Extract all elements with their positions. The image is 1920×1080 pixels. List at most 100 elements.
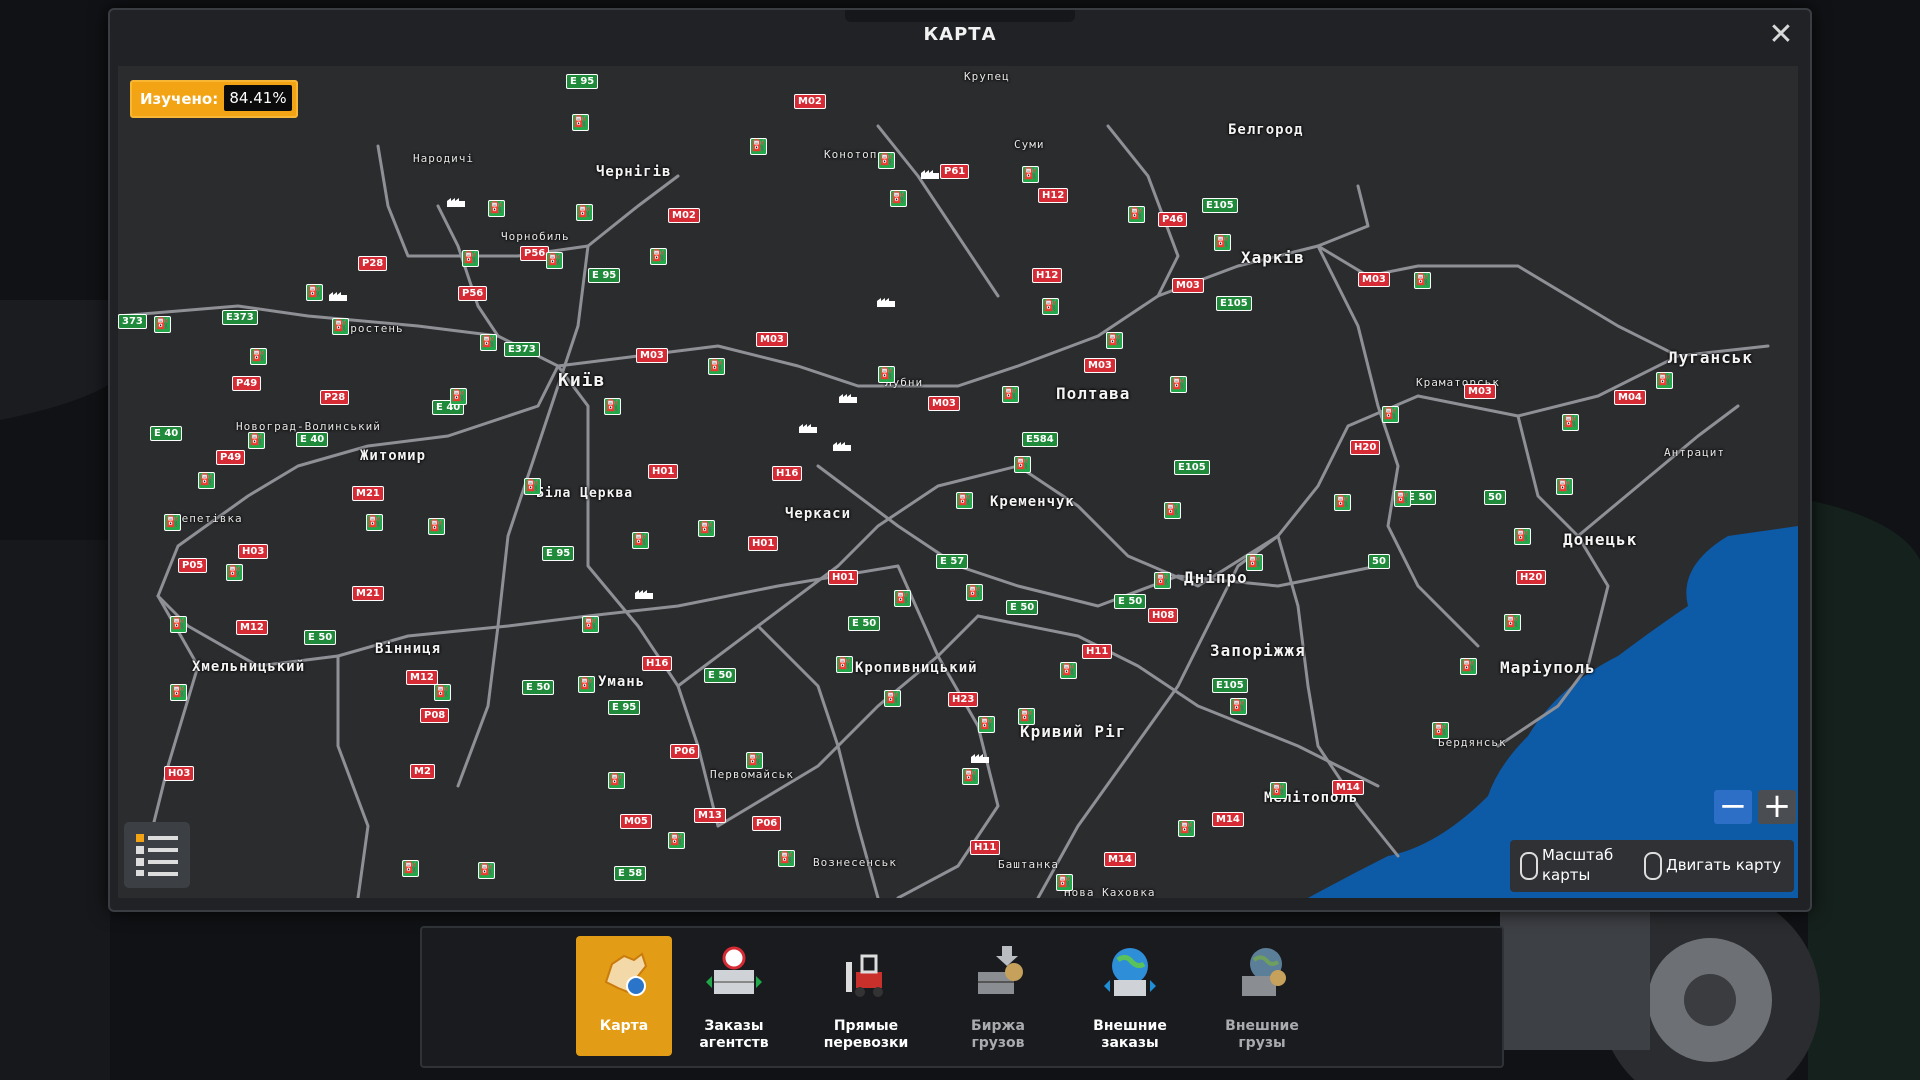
company-depot-icon[interactable]	[328, 288, 348, 302]
dock-external-orders-button[interactable]: Внешние заказы	[1082, 936, 1178, 1056]
gas-station-icon[interactable]: ⛽	[1334, 494, 1351, 511]
city-label[interactable]: Запоріжжя	[1210, 641, 1306, 660]
gas-station-icon[interactable]: ⛽	[1128, 206, 1145, 223]
gas-station-icon[interactable]: ⛽	[434, 684, 451, 701]
dock-external-cargo-button[interactable]: Внешние грузы	[1214, 936, 1310, 1056]
gas-station-icon[interactable]: ⛽	[480, 334, 497, 351]
gas-station-icon[interactable]: ⛽	[1246, 554, 1263, 571]
company-depot-icon[interactable]	[446, 194, 466, 208]
gas-station-icon[interactable]: ⛽	[894, 590, 911, 607]
city-label[interactable]: Баштанка	[998, 858, 1059, 871]
gas-station-icon[interactable]: ⛽	[450, 388, 467, 405]
company-depot-icon[interactable]	[798, 420, 818, 434]
gas-station-icon[interactable]: ⛽	[154, 316, 171, 333]
gas-station-icon[interactable]: ⛽	[668, 832, 685, 849]
city-label[interactable]: Антрацит	[1664, 446, 1725, 459]
gas-station-icon[interactable]: ⛽	[1018, 708, 1035, 725]
city-label[interactable]: Шепетівка	[174, 512, 243, 525]
gas-station-icon[interactable]: ⛽	[956, 492, 973, 509]
gas-station-icon[interactable]: ⛽	[524, 478, 541, 495]
gas-station-icon[interactable]: ⛽	[546, 252, 563, 269]
gas-station-icon[interactable]: ⛽	[962, 768, 979, 785]
city-label[interactable]: Дніпро	[1184, 568, 1248, 587]
city-label[interactable]: Донецьк	[1563, 530, 1637, 549]
gas-station-icon[interactable]: ⛽	[608, 772, 625, 789]
gas-station-icon[interactable]: ⛽	[402, 860, 419, 877]
city-label[interactable]: Чернігів	[596, 164, 671, 180]
gas-station-icon[interactable]: ⛽	[250, 348, 267, 365]
city-label[interactable]: Кривий Ріг	[1020, 722, 1126, 741]
gas-station-icon[interactable]: ⛽	[226, 564, 243, 581]
city-label[interactable]: Луганськ	[1668, 348, 1753, 367]
gas-station-icon[interactable]: ⛽	[1164, 502, 1181, 519]
city-label[interactable]: Суми	[1014, 138, 1045, 151]
company-depot-icon[interactable]	[832, 438, 852, 452]
dock-map-button[interactable]: Карта	[576, 936, 672, 1056]
gas-station-icon[interactable]: ⛽	[884, 690, 901, 707]
city-label[interactable]: Біла Церква	[536, 486, 633, 501]
gas-station-icon[interactable]: ⛽	[1060, 662, 1077, 679]
gas-station-icon[interactable]: ⛽	[1514, 528, 1531, 545]
city-label[interactable]: Нова Каховка	[1064, 886, 1155, 898]
gas-station-icon[interactable]: ⛽	[428, 518, 445, 535]
gas-station-icon[interactable]: ⛽	[1432, 722, 1449, 739]
gas-station-icon[interactable]: ⛽	[708, 358, 725, 375]
dock-agency-orders-button[interactable]: Заказы агентств	[686, 936, 782, 1056]
gas-station-icon[interactable]: ⛽	[478, 862, 495, 879]
gas-station-icon[interactable]: ⛽	[878, 152, 895, 169]
gas-station-icon[interactable]: ⛽	[1656, 372, 1673, 389]
gas-station-icon[interactable]: ⛽	[248, 432, 265, 449]
zoom-in-button[interactable]: +	[1758, 789, 1796, 824]
map-view[interactable]: Изучено: 84.41% Крупец Белгород Народичі…	[118, 66, 1798, 898]
gas-station-icon[interactable]: ⛽	[1042, 298, 1059, 315]
company-depot-icon[interactable]	[970, 750, 990, 764]
city-label[interactable]: Харків	[1241, 248, 1305, 267]
gas-station-icon[interactable]: ⛽	[778, 850, 795, 867]
gas-station-icon[interactable]: ⛽	[746, 752, 763, 769]
city-label[interactable]: Белгород	[1228, 122, 1303, 138]
company-depot-icon[interactable]	[920, 166, 940, 180]
gas-station-icon[interactable]: ⛽	[604, 398, 621, 415]
gas-station-icon[interactable]: ⛽	[164, 514, 181, 531]
gas-station-icon[interactable]: ⛽	[878, 366, 895, 383]
gas-station-icon[interactable]: ⛽	[1106, 332, 1123, 349]
gas-station-icon[interactable]: ⛽	[1414, 272, 1431, 289]
zoom-out-button[interactable]: −	[1714, 789, 1752, 824]
city-label[interactable]: Черкаси	[785, 506, 851, 522]
gas-station-icon[interactable]: ⛽	[1154, 572, 1171, 589]
city-label[interactable]: Первомайськ	[710, 768, 794, 781]
gas-station-icon[interactable]: ⛽	[582, 616, 599, 633]
gas-station-icon[interactable]: ⛽	[1056, 874, 1073, 891]
city-label[interactable]: Крупец	[964, 70, 1010, 83]
gas-station-icon[interactable]: ⛽	[1022, 166, 1039, 183]
gas-station-icon[interactable]: ⛽	[1270, 782, 1287, 799]
gas-station-icon[interactable]: ⛽	[1504, 614, 1521, 631]
city-label[interactable]: Житомир	[360, 448, 426, 464]
gas-station-icon[interactable]: ⛽	[1002, 386, 1019, 403]
company-depot-icon[interactable]	[838, 390, 858, 404]
gas-station-icon[interactable]: ⛽	[1562, 414, 1579, 431]
gas-station-icon[interactable]: ⛽	[170, 616, 187, 633]
city-label[interactable]: Київ	[558, 370, 605, 391]
gas-station-icon[interactable]: ⛽	[366, 514, 383, 531]
gas-station-icon[interactable]: ⛽	[1214, 234, 1231, 251]
gas-station-icon[interactable]: ⛽	[578, 676, 595, 693]
gas-station-icon[interactable]: ⛽	[836, 656, 853, 673]
gas-station-icon[interactable]: ⛽	[306, 284, 323, 301]
gas-station-icon[interactable]: ⛽	[1178, 820, 1195, 837]
gas-station-icon[interactable]: ⛽	[198, 472, 215, 489]
city-label[interactable]: Маріуполь	[1500, 658, 1596, 677]
city-label[interactable]: Народичі	[413, 152, 474, 165]
gas-station-icon[interactable]: ⛽	[1394, 490, 1411, 507]
gas-station-icon[interactable]: ⛽	[966, 584, 983, 601]
city-label[interactable]: Полтава	[1056, 384, 1130, 403]
dock-cargo-exchange-button[interactable]: Биржа грузов	[950, 936, 1046, 1056]
gas-station-icon[interactable]: ⛽	[650, 248, 667, 265]
gas-station-icon[interactable]: ⛽	[698, 520, 715, 537]
gas-station-icon[interactable]: ⛽	[572, 114, 589, 131]
gas-station-icon[interactable]: ⛽	[1230, 698, 1247, 715]
city-label[interactable]: Чорнобиль	[501, 230, 570, 243]
city-label[interactable]: Кременчук	[990, 494, 1075, 510]
city-label[interactable]: Вінниця	[375, 641, 441, 657]
city-label[interactable]: Умань	[598, 674, 645, 690]
